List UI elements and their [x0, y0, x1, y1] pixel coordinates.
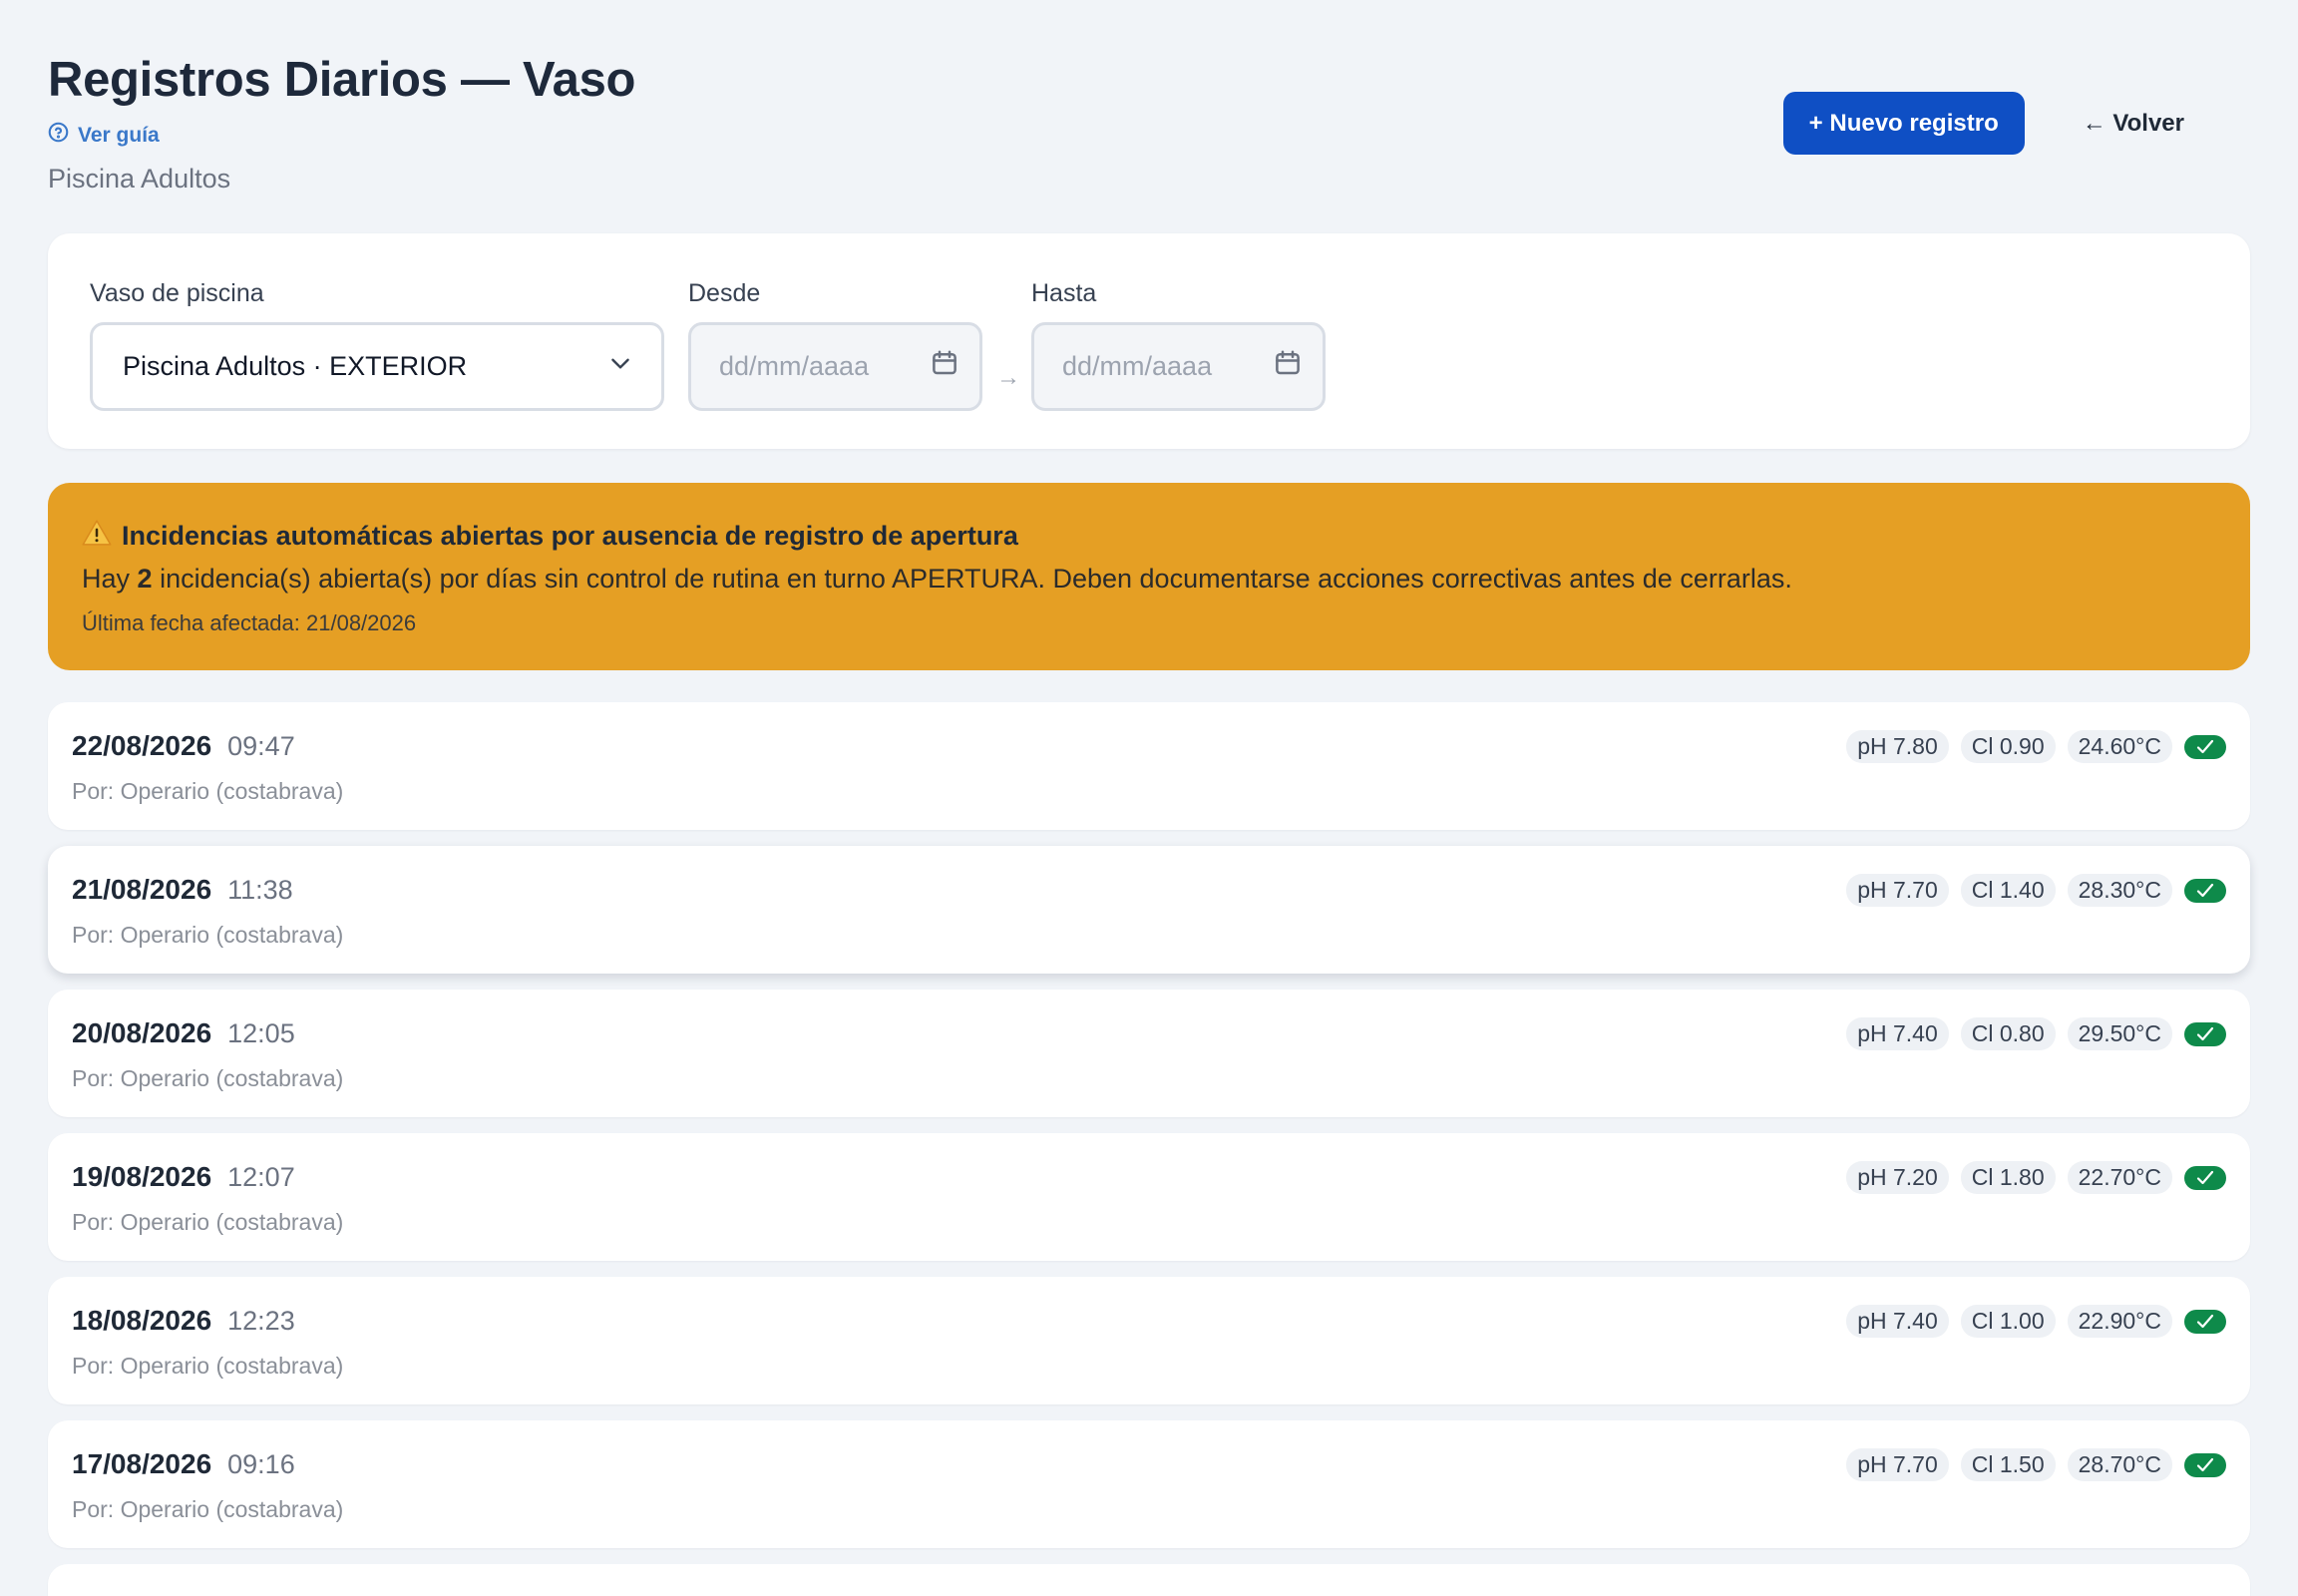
chlorine-chip: Cl 1.40 [1960, 874, 2056, 907]
check-icon [2184, 1021, 2226, 1046]
record-time: 09:47 [227, 731, 295, 761]
record-date: 19/08/2026 [72, 1161, 212, 1192]
from-date-input[interactable]: dd/mm/aaaa [688, 322, 982, 411]
chlorine-chip: Cl 1.00 [1960, 1305, 2056, 1338]
chlorine-chip: Cl 0.90 [1960, 730, 2056, 763]
back-button[interactable]: ← Volver [2065, 110, 2202, 138]
record-time: 12:07 [227, 1162, 295, 1192]
ph-chip: pH 7.40 [1846, 1017, 1949, 1050]
ph-chip: pH 7.70 [1846, 874, 1949, 907]
record-time: 12:23 [227, 1306, 295, 1336]
ph-chip: pH 7.80 [1846, 730, 1949, 763]
chlorine-chip: Cl 0.80 [1960, 1017, 2056, 1050]
record-row[interactable]: 18/08/2026 12:23 Por: Operario (costabrav… [48, 1277, 2250, 1404]
alert-count: 2 [137, 564, 153, 594]
to-label: Hasta [1031, 279, 1097, 307]
ph-chip: pH 7.70 [1846, 1448, 1949, 1481]
calendar-icon[interactable] [930, 348, 959, 385]
ph-chip: pH 7.20 [1846, 1161, 1949, 1194]
warning-icon [82, 519, 112, 554]
record-author: Por: Operario (costabrava) [72, 922, 344, 948]
pool-field: Vaso de piscina Piscina Adultos · EXTERI… [90, 279, 664, 411]
record-metrics: pH 7.70 Cl 1.50 28.70°C [1846, 1448, 2226, 1481]
record-author: Por: Operario (costabrava) [72, 1353, 344, 1379]
alert-body-suffix: incidencia(s) abierta(s) por días sin co… [152, 564, 1792, 594]
check-icon [2184, 1452, 2226, 1477]
record-author: Por: Operario (costabrava) [72, 1065, 344, 1091]
record-metrics: pH 7.80 Cl 0.90 24.60°C [1846, 730, 2226, 763]
guide-link-label: Ver guía [78, 123, 160, 147]
record-row[interactable]: 21/08/2026 11:38 Por: Operario (costabrav… [48, 846, 2250, 974]
header-actions: + Nuevo registro ← Volver [1782, 92, 2202, 155]
check-icon [2184, 878, 2226, 903]
incident-alert: Incidencias automáticas abiertas por aus… [48, 483, 2250, 670]
record-metrics: pH 7.20 Cl 1.80 22.70°C [1846, 1161, 2226, 1194]
from-field: Desde dd/mm/aaaa [688, 279, 982, 411]
guide-link[interactable]: Ver guía [48, 122, 160, 149]
range-arrow: → [996, 364, 1020, 391]
temperature-chip: 29.50°C [2067, 1017, 2172, 1050]
filter-card: Vaso de piscina Piscina Adultos · EXTERI… [48, 233, 2250, 449]
record-metrics: pH 7.40 Cl 1.00 22.90°C [1846, 1305, 2226, 1338]
page-title: Registros Diarios — Vaso [48, 53, 636, 107]
record-date: 22/08/2026 [72, 730, 212, 761]
pool-select-value: Piscina Adultos · EXTERIOR [123, 351, 468, 381]
alert-body-prefix: Hay [82, 564, 138, 594]
record-row[interactable]: 19/08/2026 12:07 Por: Operario (costabrav… [48, 1133, 2250, 1261]
chlorine-chip: Cl 1.50 [1960, 1448, 2056, 1481]
records-list: 22/08/2026 09:47 Por: Operario (costabrav… [48, 702, 2250, 1596]
page-subtitle: Piscina Adultos [48, 164, 231, 194]
temperature-chip: 24.60°C [2067, 730, 2172, 763]
record-time: 11:38 [227, 875, 293, 905]
alert-title: Incidencias automáticas abiertas por aus… [122, 521, 1018, 551]
pool-select[interactable]: Piscina Adultos · EXTERIOR [90, 322, 664, 411]
record-metrics: pH 7.70 Cl 1.40 28.30°C [1846, 874, 2226, 907]
check-icon [2184, 1165, 2226, 1190]
page: Registros Diarios — Vaso Ver guía Piscin… [0, 0, 2298, 1596]
record-time: 09:16 [227, 1449, 295, 1479]
record-author: Por: Operario (costabrava) [72, 778, 344, 804]
calendar-icon[interactable] [1273, 348, 1303, 385]
record-date: 18/08/2026 [72, 1305, 212, 1336]
to-date-placeholder: dd/mm/aaaa [1062, 351, 1213, 381]
record-row[interactable] [48, 1564, 2250, 1596]
record-time: 12:05 [227, 1018, 295, 1048]
record-date: 20/08/2026 [72, 1017, 212, 1048]
from-label: Desde [688, 279, 761, 307]
record-date: 17/08/2026 [72, 1448, 212, 1479]
alert-footer: Última fecha afectada: 21/08/2026 [82, 610, 417, 635]
chevron-down-icon [607, 350, 633, 383]
record-row[interactable]: 20/08/2026 12:05 Por: Operario (costabrav… [48, 990, 2250, 1117]
temperature-chip: 22.90°C [2067, 1305, 2172, 1338]
record-author: Por: Operario (costabrava) [72, 1209, 344, 1235]
alert-title-row: Incidencias automáticas abiertas por aus… [82, 519, 2216, 554]
help-circle-icon [48, 122, 69, 149]
record-row[interactable]: 22/08/2026 09:47 Por: Operario (costabrav… [48, 702, 2250, 830]
temperature-chip: 28.30°C [2067, 874, 2172, 907]
chlorine-chip: Cl 1.80 [1960, 1161, 2056, 1194]
ph-chip: pH 7.40 [1846, 1305, 1949, 1338]
check-icon [2184, 734, 2226, 759]
pool-label: Vaso de piscina [90, 279, 264, 307]
page-header: Registros Diarios — Vaso Ver guía Piscin… [48, 0, 2250, 233]
temperature-chip: 22.70°C [2067, 1161, 2172, 1194]
to-field: Hasta dd/mm/aaaa [1031, 279, 1326, 411]
from-date-placeholder: dd/mm/aaaa [719, 351, 870, 381]
to-date-input[interactable]: dd/mm/aaaa [1031, 322, 1326, 411]
temperature-chip: 28.70°C [2067, 1448, 2172, 1481]
check-icon [2184, 1309, 2226, 1334]
new-record-button[interactable]: + Nuevo registro [1782, 92, 2025, 155]
record-row[interactable]: 17/08/2026 09:16 Por: Operario (costabrav… [48, 1420, 2250, 1548]
alert-body: Hay 2 incidencia(s) abierta(s) por días … [82, 564, 2216, 595]
record-author: Por: Operario (costabrava) [72, 1496, 344, 1522]
record-metrics: pH 7.40 Cl 0.80 29.50°C [1846, 1017, 2226, 1050]
record-date: 21/08/2026 [72, 874, 212, 905]
